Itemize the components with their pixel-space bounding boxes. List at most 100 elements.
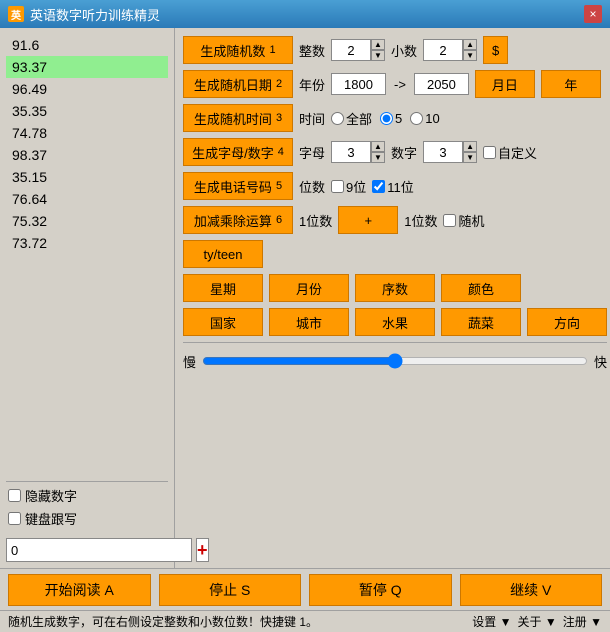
list-item[interactable]: 35.15 [6,166,168,188]
decimal-spin-down[interactable]: ▼ [463,50,477,61]
close-button[interactable]: × [584,5,602,23]
opt9-input[interactable] [331,180,344,193]
vegetable-btn[interactable]: 蔬菜 [441,308,521,336]
list-item[interactable]: 98.37 [6,144,168,166]
fruit-btn[interactable]: 水果 [355,308,435,336]
opt9-label: 9位 [346,177,366,196]
list-item[interactable]: 73.72 [6,232,168,254]
list-item[interactable]: 74.78 [6,122,168,144]
radio-all-input[interactable] [331,112,344,125]
window-title: 英语数字听力训练精灵 [30,5,160,24]
opt9-checkbox[interactable]: 9位 [331,177,366,196]
radio-all[interactable]: 全部 [331,109,372,128]
slow-label: 慢 [183,352,196,371]
hide-numbers-checkbox[interactable]: 隐藏数字 [8,486,166,505]
generate-math-btn[interactable]: 加减乘除运算 6 [183,206,293,234]
list-item[interactable]: 91.6 [6,34,168,56]
currency-btn[interactable]: $ [483,36,508,64]
radio-5-input[interactable] [380,112,393,125]
decimal-spinner: ▲ ▼ [423,39,477,61]
stop-btn[interactable]: 停止 S [159,574,302,606]
letter-spin-down[interactable]: ▼ [371,152,385,163]
opt11-checkbox[interactable]: 11位 [372,177,414,196]
ordinal-btn[interactable]: 序数 [355,274,435,302]
decimal-spin-up[interactable]: ▲ [463,39,477,50]
custom-input[interactable] [483,146,496,159]
continue-btn[interactable]: 继续 V [460,574,603,606]
row-random-time: 生成随机时间 3 时间 全部 5 10 [183,104,607,132]
list-item[interactable]: 93.37 [6,56,168,78]
number-input2[interactable] [423,141,463,163]
number-spin-up[interactable]: ▲ [463,141,477,152]
about-sep: ▼ [545,615,557,629]
letter-label: 字母 [299,143,325,162]
checkboxes: 隐藏数字 键盘跟写 [6,481,168,532]
operator-btn[interactable]: + [338,206,398,234]
left-panel: 91.693.3796.4935.3574.7898.3735.1576.647… [0,28,175,568]
bottom-toolbar: 开始阅读 A 停止 S 暂停 Q 继续 V [0,568,610,610]
ty-teen-btn[interactable]: ty/teen [183,240,263,268]
about-link[interactable]: 关于 ▼ [518,613,557,630]
row-phone: 生成电话号码 5 位数 9位 11位 [183,172,607,200]
year-label: 年份 [299,75,325,94]
speed-slider[interactable] [202,353,588,369]
random-label: 随机 [458,211,484,230]
row-letters-numbers: 生成字母/数字 4 字母 ▲ ▼ 数字 ▲ ▼ 自定义 [183,138,607,166]
digit-label: 位数 [299,177,325,196]
keyboard-follow-checkbox[interactable]: 键盘跟写 [8,509,166,528]
list-item[interactable]: 96.49 [6,78,168,100]
generate-letters-btn[interactable]: 生成字母/数字 4 [183,138,293,166]
digit2-label: 1位数 [404,211,437,230]
generate-letters-label: 生成字母/数字 [192,143,274,162]
generate-date-btn[interactable]: 生成随机日期 2 [183,70,293,98]
letter-spin-up[interactable]: ▲ [371,141,385,152]
letter-input[interactable] [331,141,371,163]
keyboard-follow-input[interactable] [8,512,21,525]
weekday-btn[interactable]: 星期 [183,274,263,302]
number-label: 数字 [391,143,417,162]
integer-input[interactable] [331,39,371,61]
generate-phone-btn[interactable]: 生成电话号码 5 [183,172,293,200]
integer-spin-down[interactable]: ▼ [371,50,385,61]
year-to-input[interactable] [414,73,469,95]
random-input[interactable] [443,214,456,227]
generate-random-btn[interactable]: 生成随机数 1 [183,36,293,64]
generate-time-btn[interactable]: 生成随机时间 3 [183,104,293,132]
row-weekday: 星期 月份 序数 颜色 [183,274,607,302]
list-item[interactable]: 35.35 [6,100,168,122]
status-bar: 随机生成数字，可在右侧设定整数和小数位数！快捷键 1。 设置 ▼ 关于 ▼ 注册… [0,610,610,632]
register-label: 注册 [563,615,587,629]
month-btn[interactable]: 月份 [269,274,349,302]
year-btn[interactable]: 年 [541,70,601,98]
list-item[interactable]: 75.32 [6,210,168,232]
random-checkbox[interactable]: 随机 [443,211,484,230]
radio-10[interactable]: 10 [410,111,439,126]
number-spin-down[interactable]: ▼ [463,152,477,163]
generate-time-label: 生成随机时间 [194,109,272,128]
start-btn[interactable]: 开始阅读 A [8,574,151,606]
integer-spin-up[interactable]: ▲ [371,39,385,50]
register-link[interactable]: 注册 ▼ [563,613,602,630]
opt11-input[interactable] [372,180,385,193]
radio-10-input[interactable] [410,112,423,125]
title-bar-left: 英 英语数字听力训练精灵 [8,5,160,24]
direction-btn[interactable]: 方向 [527,308,607,336]
country-btn[interactable]: 国家 [183,308,263,336]
hide-numbers-input[interactable] [8,489,21,502]
year-from-input[interactable] [331,73,386,95]
month-day-btn[interactable]: 月日 [475,70,535,98]
number-list: 91.693.3796.4935.3574.7898.3735.1576.647… [6,34,168,477]
pause-btn[interactable]: 暂停 Q [309,574,452,606]
radio-5[interactable]: 5 [380,111,402,126]
row-random-date: 生成随机日期 2 年份 -> 月日 年 [183,70,607,98]
about-label: 关于 [518,615,542,629]
city-btn[interactable]: 城市 [269,308,349,336]
color-btn[interactable]: 颜色 [441,274,521,302]
number-spin-arrows: ▲ ▼ [463,141,477,163]
list-item[interactable]: 76.64 [6,188,168,210]
decimal-input[interactable] [423,39,463,61]
custom-checkbox[interactable]: 自定义 [483,143,537,162]
number-input[interactable] [6,538,192,562]
settings-link[interactable]: 设置 ▼ [472,613,511,630]
settings-sep: ▼ [500,615,512,629]
